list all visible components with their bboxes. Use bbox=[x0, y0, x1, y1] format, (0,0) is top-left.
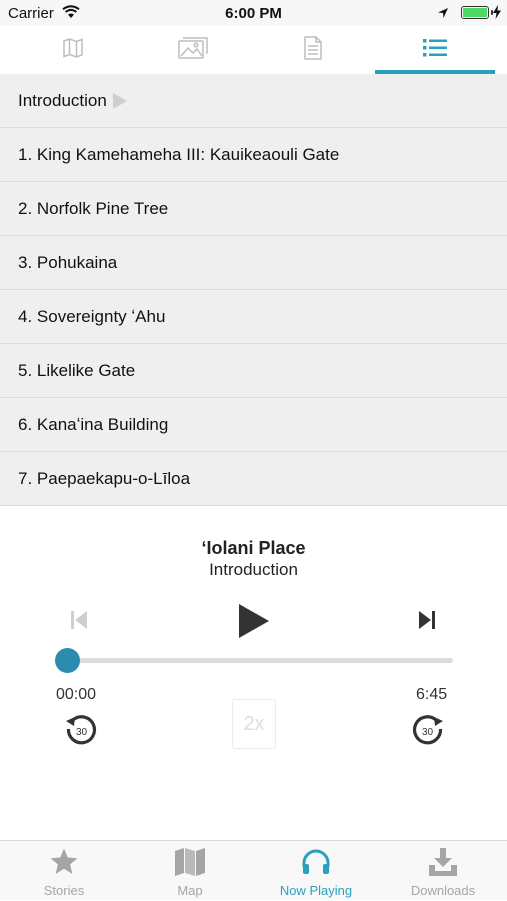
forward-seconds: 30 bbox=[422, 727, 434, 738]
gallery-icon bbox=[178, 36, 208, 64]
track-label: 1. King Kamehameha III: Kauikeaouli Gate bbox=[18, 144, 340, 164]
tab-label: Stories bbox=[43, 883, 85, 898]
tab-track-list[interactable] bbox=[375, 26, 495, 74]
progress-track[interactable] bbox=[67, 658, 453, 663]
tab-map[interactable] bbox=[10, 26, 136, 74]
play-button[interactable] bbox=[237, 603, 271, 644]
next-track-button[interactable] bbox=[418, 609, 436, 636]
forward-30-button[interactable]: 30 bbox=[410, 713, 446, 754]
track-label: Introduction bbox=[18, 90, 107, 110]
track-list: Introduction 1. King Kamehameha III: Kau… bbox=[0, 74, 507, 506]
track-item-2[interactable]: 2. Norfolk Pine Tree bbox=[0, 182, 507, 236]
tab-map-view[interactable]: Map bbox=[127, 841, 253, 901]
map-icon bbox=[174, 847, 206, 882]
track-item-7[interactable]: 7. Paepaekapu-o-Līloa bbox=[0, 452, 507, 506]
audio-player: ʻIolani Place Introduction 00:00 6:45 30… bbox=[0, 514, 507, 840]
track-label: 4. Sovereignty ʻAhu bbox=[18, 306, 166, 326]
track-item-6[interactable]: 6. Kanaʻina Building bbox=[0, 398, 507, 452]
progress-thumb[interactable] bbox=[55, 648, 80, 673]
download-icon bbox=[427, 847, 459, 882]
elapsed-time: 00:00 bbox=[56, 686, 97, 703]
map-icon bbox=[62, 37, 84, 64]
star-icon bbox=[49, 847, 79, 882]
battery-icon bbox=[461, 6, 493, 19]
track-item-4[interactable]: 4. Sovereignty ʻAhu bbox=[0, 290, 507, 344]
total-duration: 6:45 bbox=[416, 686, 448, 703]
document-icon bbox=[304, 35, 322, 65]
track-label: 5. Likelike Gate bbox=[18, 360, 136, 380]
now-playing-triangle-icon bbox=[112, 92, 127, 109]
track-item-1[interactable]: 1. King Kamehameha III: Kauikeaouli Gate bbox=[0, 128, 507, 182]
track-item-3[interactable]: 3. Pohukaina bbox=[0, 236, 507, 290]
track-label: 6. Kanaʻina Building bbox=[18, 414, 169, 434]
track-label: 3. Pohukaina bbox=[18, 252, 118, 272]
bottom-tab-bar: Stories Map Now Playing Downloads bbox=[0, 840, 507, 900]
tab-label: Now Playing bbox=[279, 883, 353, 898]
playback-speed-button[interactable]: 2x bbox=[232, 699, 276, 749]
previous-track-button[interactable] bbox=[70, 609, 88, 636]
status-bar: Carrier 6:00 PM bbox=[0, 0, 507, 26]
rewind-seconds: 30 bbox=[76, 727, 88, 738]
tab-label: Map bbox=[177, 883, 203, 898]
tab-gallery[interactable] bbox=[130, 26, 256, 74]
content-tab-bar bbox=[0, 26, 507, 74]
track-label: 7. Paepaekapu-o-Līloa bbox=[18, 468, 191, 488]
track-item-5[interactable]: 5. Likelike Gate bbox=[0, 344, 507, 398]
track-label: 2. Norfolk Pine Tree bbox=[18, 198, 169, 218]
location-arrow-icon bbox=[437, 6, 449, 24]
tab-stories[interactable]: Stories bbox=[1, 841, 127, 901]
tab-label: Downloads bbox=[410, 883, 476, 898]
rewind-30-button[interactable]: 30 bbox=[63, 713, 99, 754]
charging-bolt-icon bbox=[493, 5, 501, 24]
tab-now-playing[interactable]: Now Playing bbox=[253, 841, 379, 901]
player-subtitle: Introduction bbox=[209, 560, 298, 579]
player-title: ʻIolani Place bbox=[201, 538, 306, 558]
list-icon bbox=[423, 38, 447, 63]
tab-downloads[interactable]: Downloads bbox=[380, 841, 506, 901]
tab-document[interactable] bbox=[250, 26, 376, 74]
track-item-introduction[interactable]: Introduction bbox=[0, 74, 507, 128]
status-time: 6:00 PM bbox=[225, 5, 282, 22]
headphones-icon bbox=[300, 847, 332, 882]
